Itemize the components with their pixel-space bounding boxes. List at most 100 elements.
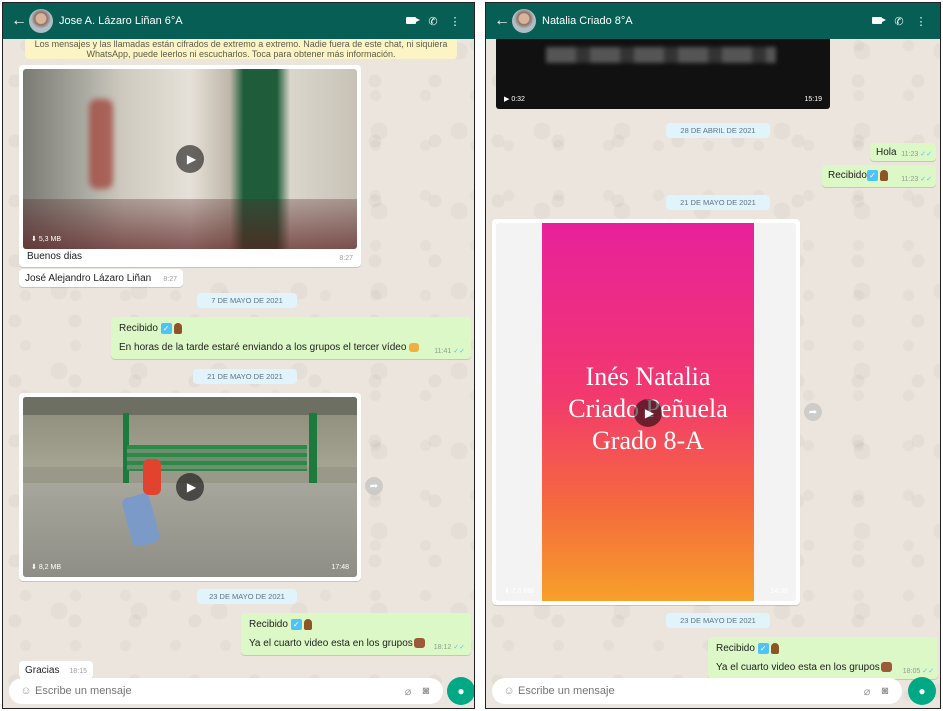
back-arrow-icon[interactable]: ← — [494, 12, 510, 30]
emoji-icon[interactable]: ☺ — [500, 685, 518, 697]
date-divider: 28 DE ABRIL DE 2021 — [666, 123, 770, 138]
avatar[interactable] — [29, 9, 53, 33]
video-size-label: 8,2 MB — [38, 564, 61, 571]
download-size[interactable]: ⬇ 7,6 MB — [504, 587, 534, 595]
menu-dots-icon[interactable]: ⋮ — [444, 15, 466, 28]
video-call-icon[interactable] — [400, 15, 422, 27]
read-receipt-icon: ✓✓ — [922, 668, 934, 675]
read-receipt-icon: ✓✓ — [920, 176, 932, 183]
message-line1: Recibido ✓ — [716, 643, 779, 654]
download-size[interactable]: ⬇ 5,3 MB — [31, 235, 61, 243]
contact-name[interactable]: Jose A. Lázaro Liñan 6°A — [59, 15, 400, 27]
read-receipt-icon: ✓✓ — [453, 644, 465, 651]
read-receipt-icon: ✓✓ — [453, 348, 465, 355]
message-time-wrap: 11:41 ✓✓ — [434, 347, 465, 355]
message-time: 8:27 — [339, 255, 353, 262]
message-input[interactable] — [518, 685, 858, 697]
camera-icon[interactable]: ◙ — [876, 685, 894, 697]
video-thumbnail[interactable]: ▶ ⬇ 8,2 MB 17:48 — [23, 397, 357, 577]
video-pillar — [309, 413, 317, 491]
title-card-line1: Inés Natalia — [585, 362, 711, 391]
phone-icon[interactable]: ✆ — [422, 15, 444, 28]
video-floor — [23, 199, 357, 249]
download-size[interactable]: ⬇ 8,2 MB — [31, 563, 61, 571]
mic-icon[interactable]: ● — [447, 677, 474, 705]
incoming-video-message: ▶ ⬇ 8,2 MB 17:48 — [19, 393, 361, 581]
message-text: Gracias — [25, 665, 60, 676]
message-time: 15:19 — [804, 96, 822, 103]
praying-hands-emoji-icon — [770, 643, 779, 654]
check-emoji-icon: ✓ — [290, 619, 302, 630]
emoji-icon[interactable]: ☺ — [17, 685, 35, 697]
avatar[interactable] — [512, 9, 536, 33]
video-thumbnail-top[interactable]: ▶ 0:32 15:19 — [496, 37, 830, 109]
forward-icon[interactable]: ➦ — [365, 477, 383, 495]
chat-header: ← Jose A. Lázaro Liñan 6°A ✆ ⋮ — [3, 3, 474, 39]
chat-panel-right: ← Natalia Criado 8°A ✆ ⋮ ▶ 0:32 15:19 28… — [485, 2, 941, 709]
date-divider: 23 DE MAYO DE 2021 — [197, 589, 297, 604]
attach-icon[interactable]: ⌀ — [399, 685, 417, 698]
message-text: Recibido — [716, 643, 755, 655]
message-line2: Ya el cuarto video esta en los grupos — [716, 662, 892, 673]
video-thumbnail[interactable]: ▶ ⬇ 5,3 MB — [23, 69, 357, 249]
read-receipt-icon: ✓✓ — [920, 151, 932, 158]
contact-name[interactable]: Natalia Criado 8°A — [542, 15, 866, 27]
download-icon: ⬇ — [31, 564, 39, 571]
message-time: 18:15 — [69, 668, 87, 675]
message-time: 11:23 — [901, 151, 919, 158]
play-icon[interactable]: ▶ — [634, 399, 662, 427]
chat-panel-left: ← Jose A. Lázaro Liñan 6°A ✆ ⋮ Los mensa… — [2, 2, 475, 709]
incoming-video-message: Inés Natalia Criado Peñuela Grado 8-A ▶ … — [492, 219, 800, 605]
video-caption: Buenos dias — [27, 251, 83, 262]
outgoing-text-message: Recibido ✓ 11:23 ✓✓ — [822, 165, 936, 187]
message-time: 14:36 — [770, 588, 788, 595]
outgoing-text-message: Hola 11:23 ✓✓ — [870, 143, 936, 161]
blurred-content — [546, 47, 776, 63]
message-time: 18:12 — [433, 644, 452, 651]
back-arrow-icon[interactable]: ← — [11, 12, 27, 30]
video-duration-label: 0:32 — [511, 96, 525, 103]
video-size-label: 7,6 MB — [511, 588, 534, 595]
message-time-wrap: 18:05 ✓✓ — [903, 667, 934, 675]
attach-icon[interactable]: ⌀ — [858, 685, 876, 698]
menu-dots-icon[interactable]: ⋮ — [910, 15, 932, 28]
incoming-text-message: Gracias 18:15 — [19, 661, 93, 679]
download-icon: ⬇ — [504, 588, 512, 595]
message-line1: Recibido ✓ — [119, 323, 182, 334]
video-size-label: 5,3 MB — [38, 236, 61, 243]
play-icon[interactable]: ▶ — [176, 145, 204, 173]
title-card-line3: Grado 8-A — [592, 426, 704, 455]
message-line2: Ya el cuarto video esta en los grupos — [249, 638, 425, 649]
phone-icon[interactable]: ✆ — [888, 15, 910, 28]
incoming-video-message: ▶ ⬇ 5,3 MB Buenos dias 8:27 — [19, 65, 361, 267]
outgoing-text-message: Recibido ✓ En horas de la tarde estaré e… — [111, 317, 471, 359]
message-input-bar: ☺ ⌀ ◙ — [9, 678, 443, 704]
message-line2: En horas de la tarde estaré enviando a l… — [119, 342, 420, 353]
praying-hands-emoji-icon — [879, 170, 888, 181]
message-text: Recibido — [249, 619, 288, 631]
encryption-notice[interactable]: Los mensajes y las llamadas están cifrad… — [25, 37, 457, 59]
play-icon[interactable]: ▶ — [176, 473, 204, 501]
incoming-text-message: José Alejandro Lázaro Liñan 8:27 — [19, 269, 183, 287]
video-duration: ▶ 0:32 — [504, 95, 525, 103]
camera-icon[interactable]: ◙ — [417, 685, 435, 697]
forward-icon[interactable]: ➦ — [804, 403, 822, 421]
message-text: Ya el cuarto video esta en los grupos — [249, 638, 413, 649]
chat-header: ← Natalia Criado 8°A ✆ ⋮ — [486, 3, 940, 39]
outgoing-text-message: Recibido ✓ Ya el cuarto video esta en lo… — [241, 613, 471, 655]
pointing-emoji-icon — [409, 342, 420, 352]
praying-hands-emoji-icon — [303, 619, 312, 630]
message-text: En horas de la tarde estaré enviando a l… — [119, 342, 407, 353]
encryption-notice-line1: Los mensajes y las llamadas están cifrad… — [34, 39, 448, 49]
message-time: 11:41 — [434, 348, 452, 355]
video-call-icon[interactable] — [866, 15, 888, 27]
encryption-notice-line2: WhatsApp, puede leerlos ni escucharlos. … — [86, 49, 396, 59]
message-time-wrap: 11:23 ✓✓ — [901, 175, 932, 183]
child-figure — [143, 459, 161, 495]
message-input[interactable] — [35, 685, 399, 697]
download-icon: ⬇ — [31, 236, 39, 243]
video-thumbnail[interactable]: Inés Natalia Criado Peñuela Grado 8-A ▶ … — [496, 223, 796, 601]
message-line1: Recibido ✓ — [249, 619, 312, 630]
screenshot-root: ← Jose A. Lázaro Liñan 6°A ✆ ⋮ Los mensa… — [0, 0, 943, 711]
mic-icon[interactable]: ● — [908, 677, 936, 705]
